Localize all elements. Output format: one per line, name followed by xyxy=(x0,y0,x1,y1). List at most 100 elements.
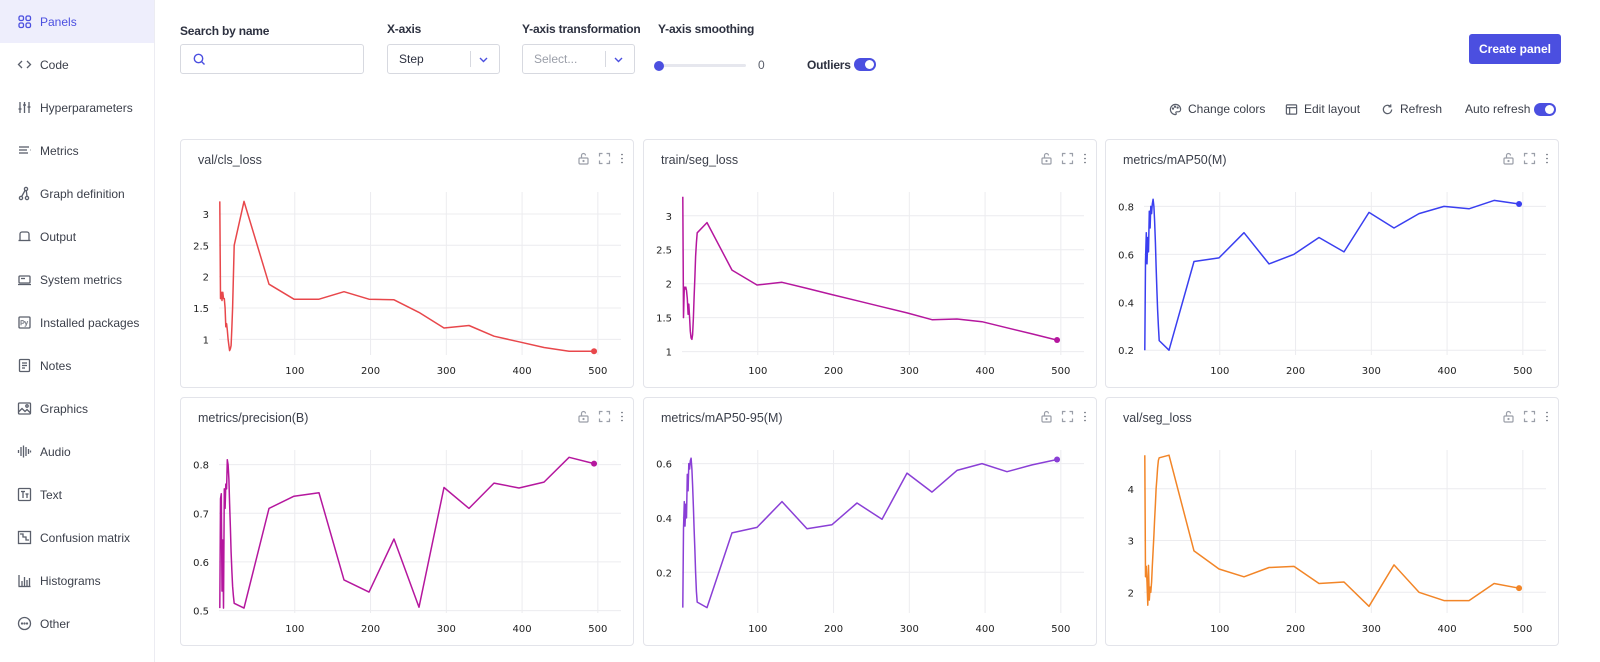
y-tick-label: 3 xyxy=(1128,537,1134,548)
smoothing-slider-track[interactable] xyxy=(658,64,746,67)
sidebar-item-text[interactable]: Text xyxy=(0,473,154,516)
fullscreen-icon[interactable] xyxy=(1061,152,1074,165)
sidebar-item-other[interactable]: Other xyxy=(0,602,154,645)
x-tick-label: 200 xyxy=(824,624,843,635)
x-tick-label: 100 xyxy=(285,366,304,377)
more-vertical-icon[interactable] xyxy=(619,152,625,165)
unlock-icon[interactable] xyxy=(1040,410,1053,423)
panel-title: val/seg_loss xyxy=(1123,411,1192,425)
last-point-marker[interactable] xyxy=(1516,585,1523,592)
sidebar-item-output[interactable]: Output xyxy=(0,215,154,258)
series-line[interactable] xyxy=(682,196,1058,341)
sidebar-item-hyperparameters[interactable]: Hyperparameters xyxy=(0,86,154,129)
more-vertical-icon[interactable] xyxy=(1082,152,1088,165)
panel-title: metrics/mAP50(M) xyxy=(1123,153,1227,167)
x-tick-label: 300 xyxy=(437,366,456,377)
x-tick-label: 200 xyxy=(1286,366,1305,377)
y-tick-label: 0.6 xyxy=(1118,250,1134,261)
fullscreen-icon[interactable] xyxy=(1523,410,1536,423)
change-colors-button[interactable]: Change colors xyxy=(1169,102,1265,116)
ytransform-label: Y-axis transformation xyxy=(522,22,641,36)
line-chart[interactable]: 100 200 300 400 500 0.5 0.6 0.7 0.8 xyxy=(181,398,635,647)
sidebar-item-graph-definition[interactable]: Graph definition xyxy=(0,172,154,215)
last-point-marker[interactable] xyxy=(591,460,598,467)
fullscreen-icon[interactable] xyxy=(1061,410,1074,423)
series-line[interactable] xyxy=(1144,454,1520,608)
series-line[interactable] xyxy=(682,457,1058,609)
sidebar-item-histograms[interactable]: Histograms xyxy=(0,559,154,602)
line-chart[interactable]: 100 200 300 400 500 0.2 0.4 0.6 xyxy=(644,398,1098,647)
last-point-marker[interactable] xyxy=(1054,337,1061,344)
x-tick-label: 200 xyxy=(824,366,843,377)
more-vertical-icon[interactable] xyxy=(1544,152,1550,165)
search-icon xyxy=(193,53,206,66)
y-tick-label: 3 xyxy=(666,212,672,223)
sidebar-item-notes[interactable]: Notes xyxy=(0,344,154,387)
unlock-icon[interactable] xyxy=(577,152,590,165)
sidebar-item-audio[interactable]: Audio xyxy=(0,430,154,473)
x-tick-label: 200 xyxy=(1286,624,1305,635)
series-line[interactable] xyxy=(1144,198,1520,351)
fullscreen-icon[interactable] xyxy=(1523,152,1536,165)
line-chart[interactable]: 100 200 300 400 500 0.2 0.4 0.6 0.8 xyxy=(1106,140,1560,389)
unlock-icon[interactable] xyxy=(1502,410,1515,423)
y-tick-label: 0.2 xyxy=(656,568,672,579)
svg-text:Py: Py xyxy=(20,320,28,327)
sidebar-item-label: Notes xyxy=(40,358,72,373)
auto-refresh-toggle[interactable] xyxy=(1534,103,1556,116)
more-vertical-icon[interactable] xyxy=(1082,410,1088,423)
edit-layout-button[interactable]: Edit layout xyxy=(1285,102,1360,116)
sidebar-item-label: Other xyxy=(40,616,71,631)
sidebar-item-label: Metrics xyxy=(40,143,79,158)
search-input[interactable] xyxy=(180,44,364,74)
last-point-marker[interactable] xyxy=(1054,456,1061,463)
change-colors-label: Change colors xyxy=(1188,102,1266,116)
smoothing-slider-handle[interactable] xyxy=(654,61,664,71)
sidebar-item-installed-packages[interactable]: Py Installed packages xyxy=(0,301,154,344)
x-tick-label: 100 xyxy=(748,366,767,377)
refresh-button[interactable]: Refresh xyxy=(1381,102,1442,116)
more-vertical-icon[interactable] xyxy=(619,410,625,423)
search-label: Search by name xyxy=(180,24,270,38)
sidebar-item-label: Code xyxy=(40,57,69,72)
line-chart[interactable]: 100 200 300 400 500 1 1.5 2 2.5 3 xyxy=(644,140,1098,389)
last-point-marker[interactable] xyxy=(591,348,598,355)
line-chart[interactable]: 100 200 300 400 500 1 1.5 2 2.5 3 xyxy=(181,140,635,389)
sidebar-item-panels[interactable]: Panels xyxy=(0,0,154,43)
x-tick-label: 400 xyxy=(976,624,995,635)
unlock-icon[interactable] xyxy=(1502,152,1515,165)
refresh-label: Refresh xyxy=(1400,102,1443,116)
y-tick-label: 2 xyxy=(203,273,209,284)
code-icon xyxy=(16,57,32,73)
y-tick-label: 1.5 xyxy=(656,314,672,325)
line-chart[interactable]: 100 200 300 400 500 2 3 4 xyxy=(1106,398,1560,647)
sidebar-item-system-metrics[interactable]: System metrics xyxy=(0,258,154,301)
panel-title: metrics/mAP50-95(M) xyxy=(661,411,783,425)
sidebar-item-metrics[interactable]: Metrics xyxy=(0,129,154,172)
fullscreen-icon[interactable] xyxy=(598,152,611,165)
sidebar-item-confusion-matrix[interactable]: Confusion matrix xyxy=(0,516,154,559)
unlock-icon[interactable] xyxy=(577,410,590,423)
sidebar-item-code[interactable]: Code xyxy=(0,43,154,86)
chart-panel: 100 200 300 400 500 0.2 0.4 0.6 metrics/mAP50-95… xyxy=(643,397,1097,646)
ytransform-select[interactable]: Select... xyxy=(522,44,635,74)
y-tick-label: 0.2 xyxy=(1118,346,1134,357)
unlock-icon[interactable] xyxy=(1040,152,1053,165)
last-point-marker[interactable] xyxy=(1516,200,1523,207)
xaxis-select[interactable]: Step xyxy=(387,44,500,74)
x-tick-label: 200 xyxy=(361,366,380,377)
more-vertical-icon[interactable] xyxy=(1544,410,1550,423)
notes-icon xyxy=(16,358,32,374)
outliers-toggle[interactable] xyxy=(854,58,876,71)
create-panel-button[interactable]: Create panel xyxy=(1469,34,1561,64)
sidebar-item-label: Histograms xyxy=(40,573,101,588)
sidebar-item-label: Text xyxy=(40,487,63,502)
y-tick-label: 0.8 xyxy=(193,461,209,472)
x-tick-label: 500 xyxy=(1513,366,1532,377)
output-icon xyxy=(16,229,32,245)
y-tick-label: 2 xyxy=(666,280,672,291)
fullscreen-icon[interactable] xyxy=(598,410,611,423)
xaxis-label: X-axis xyxy=(387,22,422,36)
series-line[interactable] xyxy=(219,456,595,609)
sidebar-item-graphics[interactable]: Graphics xyxy=(0,387,154,430)
